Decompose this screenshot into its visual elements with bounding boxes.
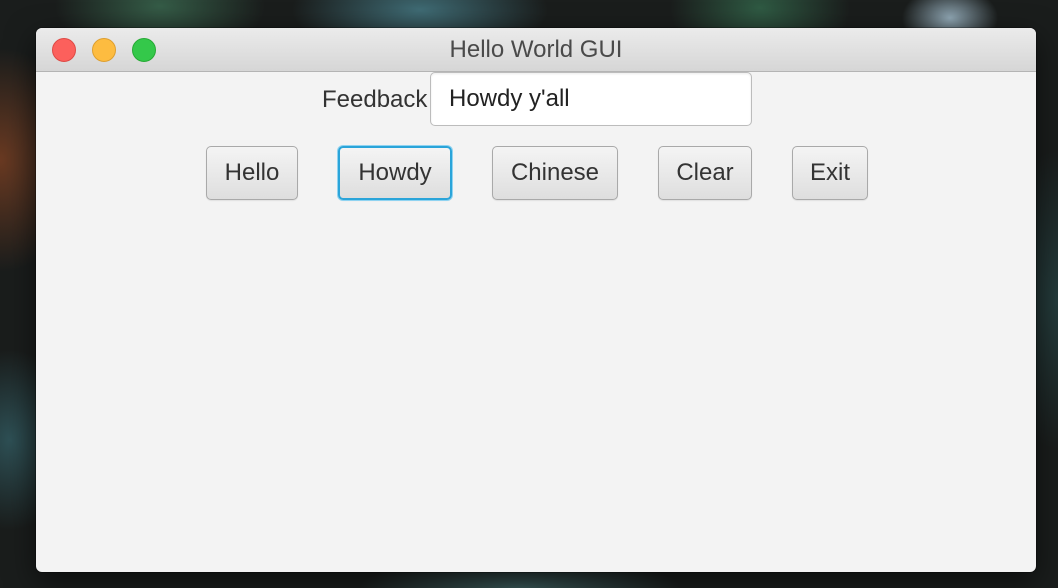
clear-button[interactable]: Clear bbox=[658, 146, 752, 200]
app-window: Hello World GUI Feedback Hello Howdy Chi… bbox=[36, 28, 1036, 572]
feedback-field[interactable] bbox=[430, 72, 752, 126]
howdy-button[interactable]: Howdy bbox=[338, 146, 452, 200]
exit-button[interactable]: Exit bbox=[792, 146, 868, 200]
window-title: Hello World GUI bbox=[449, 36, 623, 63]
feedback-label: Feedback bbox=[322, 86, 428, 113]
hello-button[interactable]: Hello bbox=[206, 146, 298, 200]
chinese-button[interactable]: Chinese bbox=[492, 146, 618, 200]
title-bar[interactable]: Hello World GUI bbox=[36, 28, 1036, 72]
window-content: Feedback Hello Howdy Chinese Clear Exit bbox=[36, 72, 1036, 572]
